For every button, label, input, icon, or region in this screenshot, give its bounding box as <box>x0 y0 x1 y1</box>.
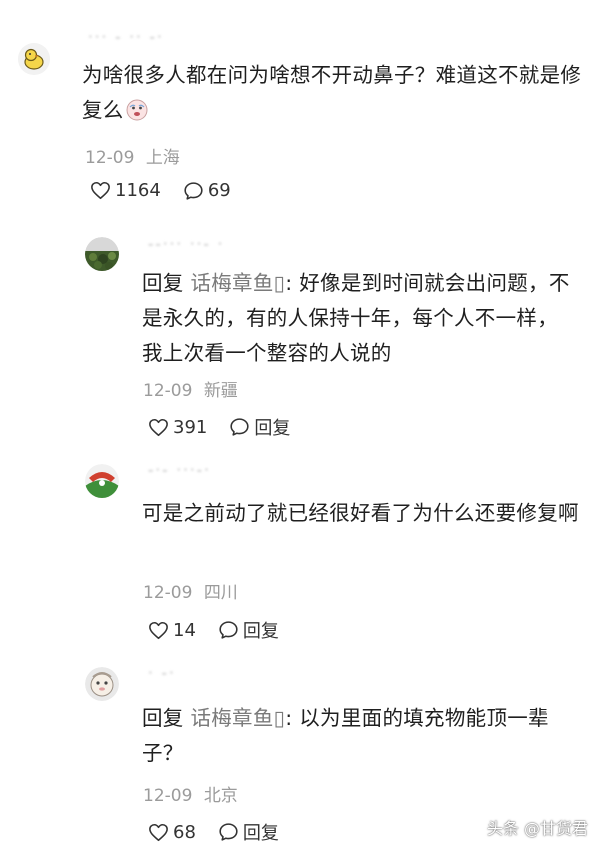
comment-text-content: 为啥很多人都在问为啥想不开动鼻子？难道这不就是修复么 <box>82 63 582 122</box>
reply-item: ‐·‐ ···‐· 可是之前动了就已经很好看了为什么还要修复啊 12-09 四川… <box>0 445 600 650</box>
reply-actions: 68 回复 <box>148 819 279 845</box>
like-count: 391 <box>173 416 208 438</box>
username[interactable]: · ‐· <box>148 664 176 682</box>
reply-location: 四川 <box>203 583 238 603</box>
reply-prefix: 回复 <box>142 271 184 295</box>
heart-icon <box>149 823 168 841</box>
reply-text: 回复 话梅章鱼▯: 以为里面的填充物能顶一辈子？ <box>142 701 577 771</box>
reply-text-content: 可是之前动了就已经很好看了为什么还要修复啊 <box>142 501 579 525</box>
avatar[interactable] <box>85 237 119 271</box>
reply-date: 12-09 <box>143 381 193 401</box>
reply-location: 新疆 <box>203 381 238 401</box>
comment-bubble-icon <box>184 181 203 200</box>
reply-actions: 391 回复 <box>148 414 290 440</box>
like-count: 68 <box>173 821 196 843</box>
reply-date: 12-09 <box>143 583 193 603</box>
flag-avatar-icon <box>85 464 119 498</box>
like-button[interactable]: 14 <box>148 620 196 641</box>
reply-meta: 12-09 北京 <box>143 781 238 806</box>
duck-avatar-icon <box>18 43 50 75</box>
leafy-avatar-icon <box>85 237 119 271</box>
avatar[interactable] <box>85 667 119 701</box>
like-button[interactable]: 68 <box>148 822 196 843</box>
comment-location: 上海 <box>145 148 180 168</box>
like-count: 14 <box>173 619 196 641</box>
comment-count: 69 <box>207 180 231 201</box>
comment-actions: 1164 69 <box>90 180 231 201</box>
reply-meta: 12-09 新疆 <box>143 376 238 401</box>
comment-bubble-icon <box>219 823 238 841</box>
heart-icon <box>91 181 110 200</box>
comment-button[interactable]: 69 <box>183 180 231 201</box>
like-button[interactable]: 1164 <box>90 180 161 201</box>
reply-label: 回复 <box>242 621 279 642</box>
heart-icon <box>149 418 168 436</box>
reply-location: 北京 <box>203 786 238 806</box>
cartoon-avatar-icon <box>85 667 119 701</box>
username[interactable]: ‐·‐ ···‐· <box>148 461 211 479</box>
reply-prefix: 回复 <box>142 706 184 730</box>
top-comment: ··· ‐ ·· ‐· 为啥很多人都在问为啥想不开动鼻子？难道这不就是修复么 1… <box>0 0 600 215</box>
like-button[interactable]: 391 <box>148 417 207 438</box>
reply-date: 12-09 <box>143 786 193 806</box>
comment-bubble-icon <box>230 418 249 436</box>
comment-bubble-icon <box>219 621 238 639</box>
reply-actions: 14 回复 <box>148 617 279 643</box>
reply-target-user[interactable]: 话梅章鱼▯ <box>190 706 285 730</box>
reply-button[interactable]: 回复 <box>218 617 279 643</box>
reply-meta: 12-09 四川 <box>143 578 238 603</box>
emoji-face-icon <box>126 97 148 132</box>
comment-date: 12-09 <box>85 148 135 168</box>
reply-target-user[interactable]: 话梅章鱼▯ <box>190 271 285 295</box>
avatar[interactable] <box>85 464 119 498</box>
reply-button[interactable]: 回复 <box>218 819 279 845</box>
reply-text: 可是之前动了就已经很好看了为什么还要修复啊 <box>142 496 582 531</box>
reply-text: 回复 话梅章鱼▯: 好像是到时间就会出问题，不是永久的，有的人保持十年，每个人不… <box>142 266 577 371</box>
username[interactable]: ‐‐··· ··‐ · <box>148 235 224 253</box>
username[interactable]: ··· ‐ ·· ‐· <box>88 28 164 46</box>
reply-item: ‐‐··· ··‐ · 回复 话梅章鱼▯: 好像是到时间就会出问题，不是永久的，… <box>0 215 600 445</box>
heart-icon <box>149 621 168 639</box>
like-count: 1164 <box>115 180 161 201</box>
comment-meta: 12-09 上海 <box>85 143 180 168</box>
comment-text: 为啥很多人都在问为啥想不开动鼻子？难道这不就是修复么 <box>82 58 582 132</box>
reply-button[interactable]: 回复 <box>229 414 290 440</box>
reply-label: 回复 <box>254 418 291 439</box>
watermark: 头条 @甘货君 <box>486 819 588 838</box>
reply-label: 回复 <box>242 823 279 844</box>
avatar[interactable] <box>18 43 50 75</box>
